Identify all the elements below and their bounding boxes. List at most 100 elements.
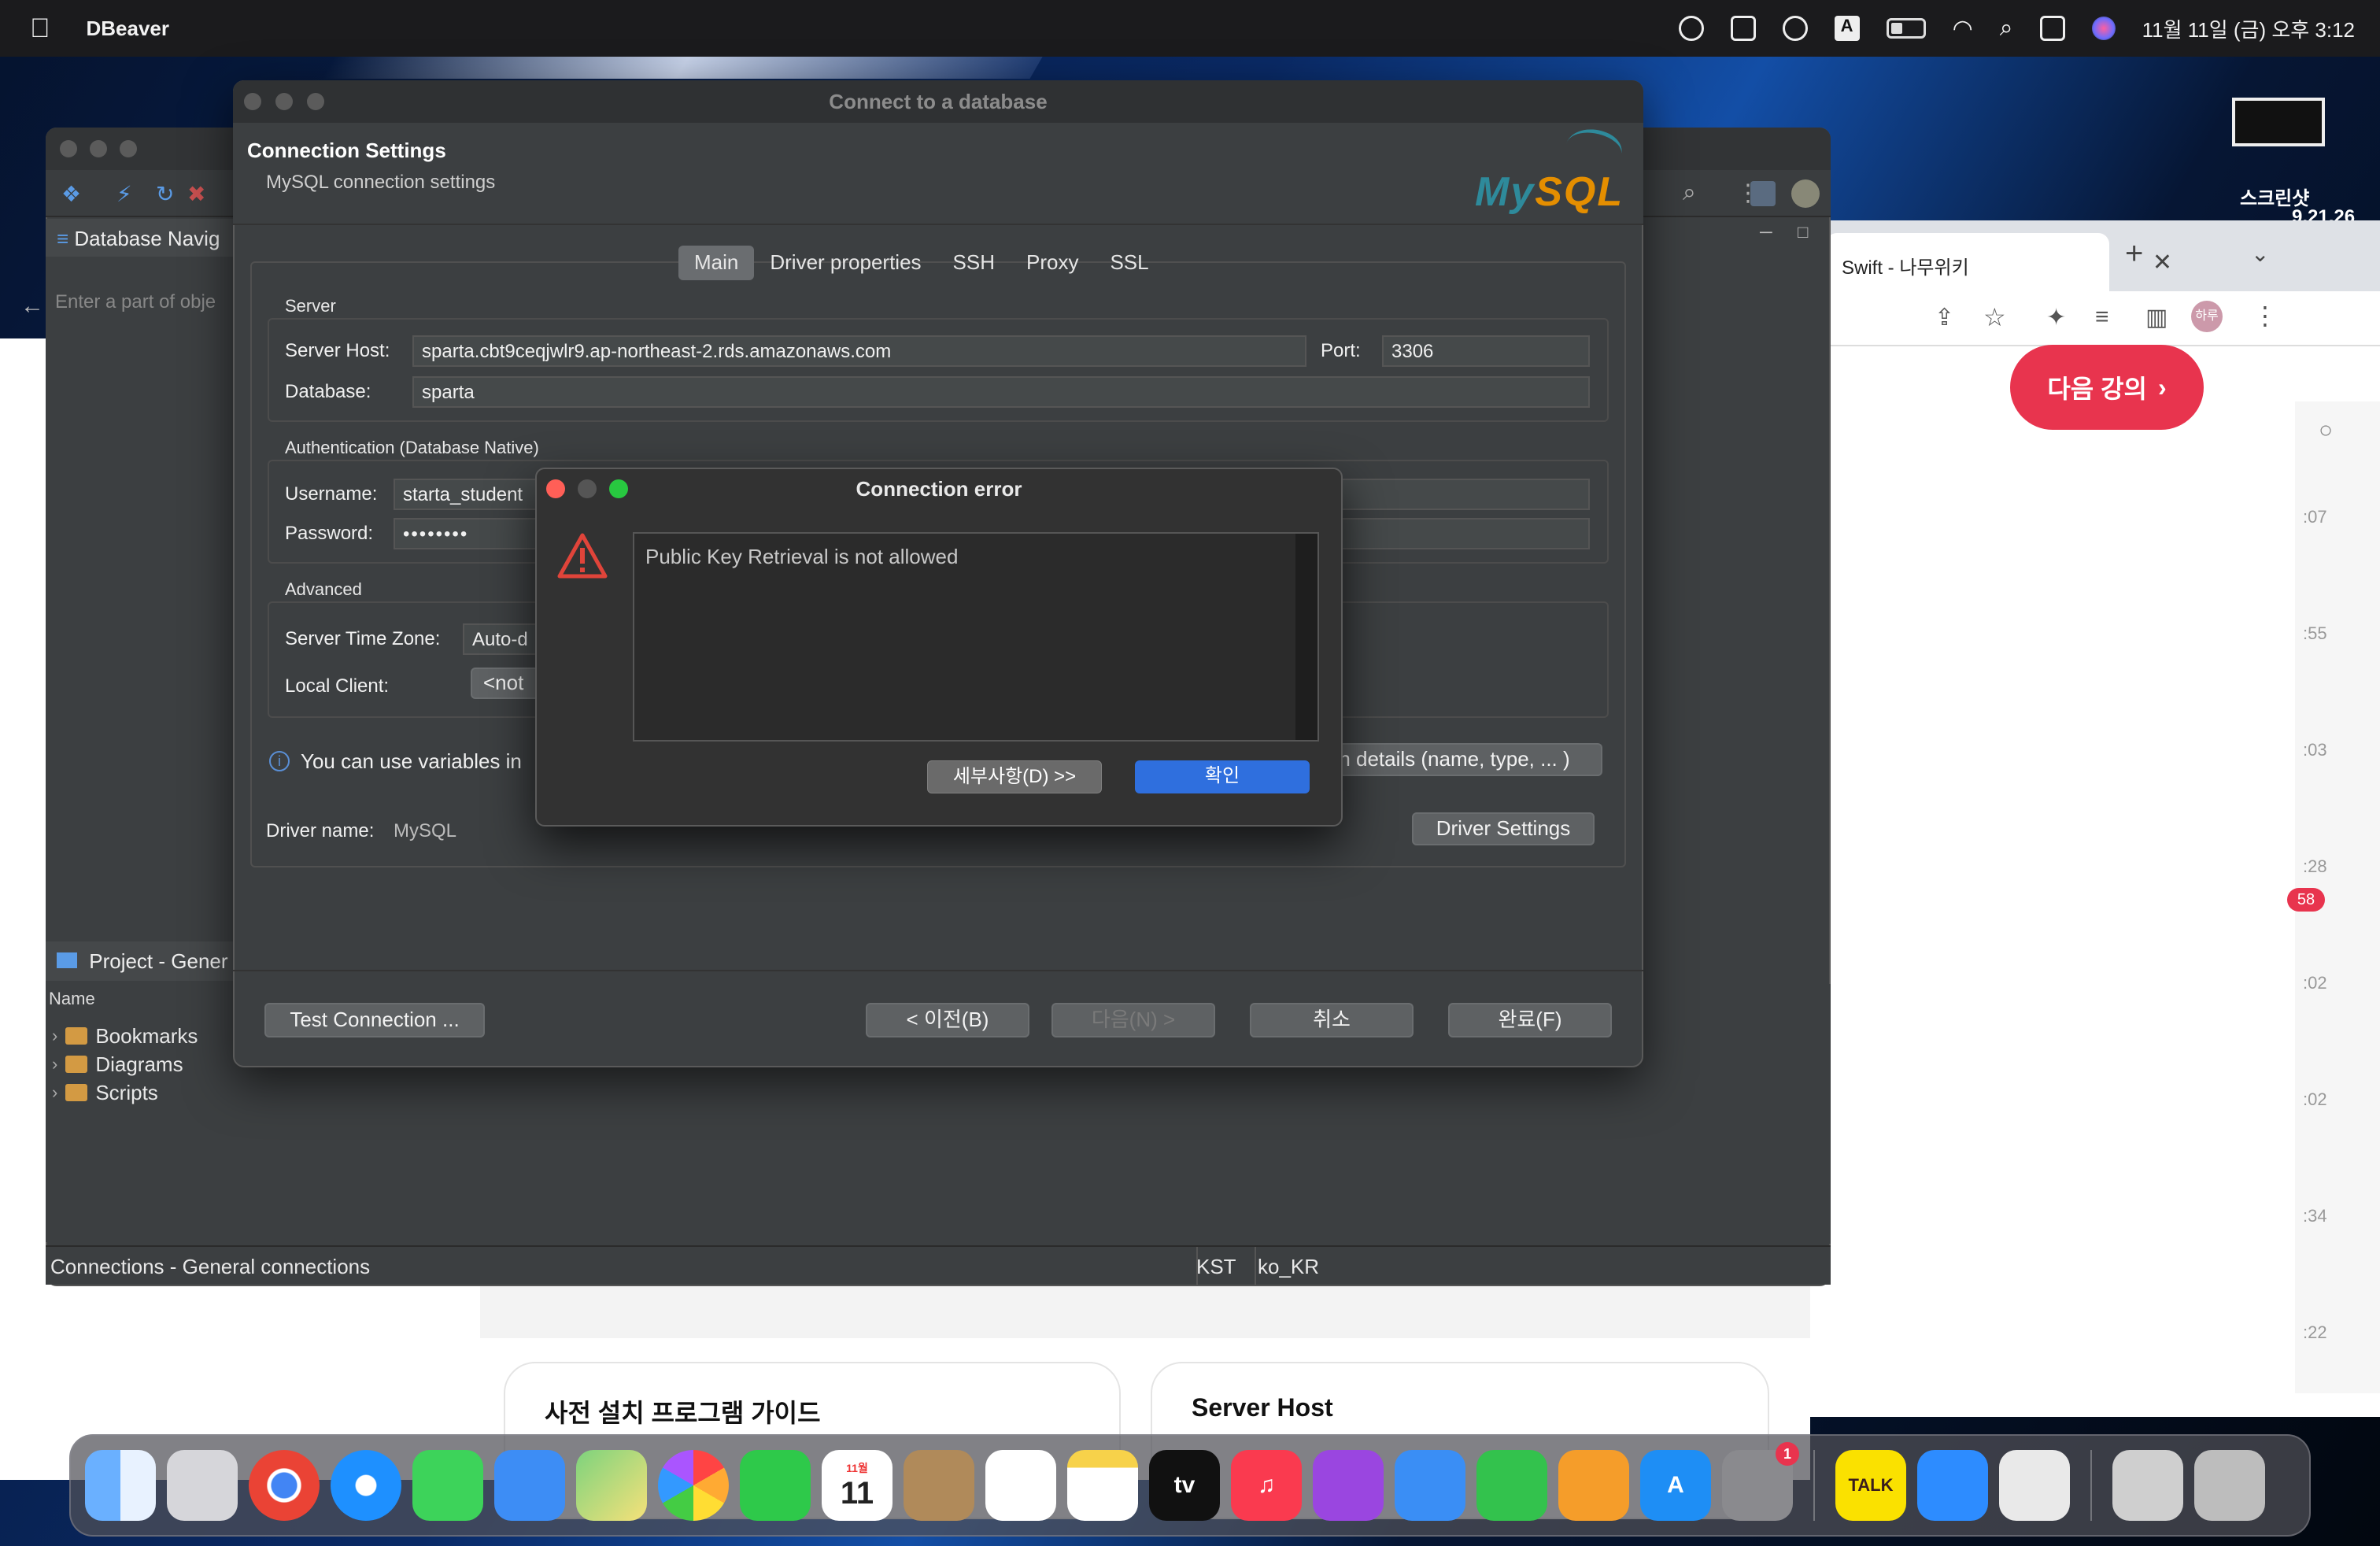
control-center-icon[interactable] [2039, 16, 2065, 41]
cube-status-icon[interactable] [1730, 16, 1756, 41]
maps-icon[interactable] [576, 1450, 647, 1521]
app-store-icon[interactable]: A [1640, 1450, 1711, 1521]
next-lecture-button[interactable]: 다음 강의 › [2010, 345, 2204, 430]
tree-column-header[interactable]: Name [49, 989, 95, 1009]
back-arrow-icon[interactable]: ← [20, 293, 44, 320]
screenshot-thumbnail[interactable] [2232, 98, 2325, 146]
play-status-icon[interactable] [1782, 16, 1808, 41]
pages-icon[interactable] [1558, 1450, 1629, 1521]
cancel-button[interactable]: 취소 [1250, 1003, 1414, 1037]
bookmark-star-icon[interactable]: ☆ [1983, 302, 2006, 332]
dbeaver-zoom-button[interactable] [120, 140, 137, 157]
downloads-stack-icon[interactable] [2112, 1450, 2183, 1521]
new-tab-icon[interactable]: + [2125, 236, 2143, 272]
mail-icon[interactable] [494, 1450, 565, 1521]
perspective-icon[interactable] [1750, 181, 1776, 206]
new-connection-icon[interactable]: ❖ [61, 181, 81, 207]
launchpad-icon[interactable] [167, 1450, 238, 1521]
contacts-icon[interactable] [904, 1450, 974, 1521]
sidebar-toggle-icon[interactable]: ▥ [2145, 304, 2168, 331]
chrome-icon[interactable] [249, 1450, 320, 1521]
browser-tab[interactable]: Swift - 나무위키 ✕ [1826, 233, 2172, 291]
chat-status-icon[interactable] [1678, 16, 1704, 41]
account-avatar[interactable] [1791, 179, 1820, 208]
kakaotalk-icon[interactable]: TALK [1835, 1450, 1906, 1521]
database-input[interactable]: sparta [412, 376, 1590, 408]
connection-details-button[interactable]: n details (name, type, ... ) [1306, 743, 1602, 776]
dbeaver-close-button[interactable] [60, 140, 77, 157]
connect-zoom-button[interactable] [307, 93, 324, 110]
tab-driver-properties[interactable]: Driver properties [754, 246, 937, 280]
finder-icon[interactable] [85, 1450, 156, 1521]
messages-icon[interactable] [412, 1450, 483, 1521]
battery-icon[interactable] [1886, 18, 1926, 39]
ok-button[interactable]: 확인 [1135, 760, 1310, 793]
tab-ssh[interactable]: SSH [937, 246, 1011, 280]
dbeaver-minimize-button[interactable] [90, 140, 107, 157]
back-button[interactable]: < 이전(B) [866, 1003, 1029, 1037]
maximize-view-icon[interactable]: □ [1798, 222, 1808, 242]
connect-icon[interactable]: ⚡ [116, 181, 132, 207]
chevron-right-icon[interactable]: › [52, 1054, 57, 1074]
disconnect-icon[interactable]: ✖ [187, 181, 205, 207]
calendar-icon[interactable]: 11월 11 [822, 1450, 893, 1521]
chevron-right-icon[interactable]: › [52, 1026, 57, 1046]
zoom-icon[interactable] [1917, 1450, 1988, 1521]
wifi-icon[interactable]: ◠ [1953, 15, 1973, 43]
toolbar-search-icon[interactable]: ⌕ [1683, 179, 1696, 206]
connect-minimize-button[interactable] [275, 93, 293, 110]
connect-close-button[interactable] [244, 93, 261, 110]
app-name[interactable]: DBeaver [87, 17, 170, 41]
error-zoom-button[interactable] [609, 479, 628, 498]
safari-icon[interactable] [331, 1450, 401, 1521]
chevron-right-icon[interactable]: › [52, 1082, 57, 1103]
extensions-icon[interactable]: ✦ [2046, 304, 2066, 331]
browser-menu-icon[interactable]: ⋮ [2252, 301, 2278, 331]
trash-icon[interactable] [2194, 1450, 2265, 1521]
driver-settings-button[interactable]: Driver Settings [1412, 812, 1595, 845]
finish-button[interactable]: 완료(F) [1448, 1003, 1612, 1037]
error-minimize-button[interactable] [578, 479, 597, 498]
error-close-button[interactable] [546, 479, 565, 498]
error-message-box[interactable]: Public Key Retrieval is not allowed [633, 532, 1319, 742]
profile-avatar[interactable]: 하루 [2191, 301, 2223, 332]
tree-item-diagrams[interactable]: › Diagrams [52, 1050, 198, 1078]
test-connection-button[interactable]: Test Connection ... [264, 1003, 485, 1037]
next-button[interactable]: 다음(N) > [1051, 1003, 1215, 1037]
navigator-search-input[interactable]: Enter a part of obje [55, 291, 216, 313]
share-icon[interactable]: ⇪ [1935, 304, 1954, 331]
tab-close-icon[interactable]: ✕ [2153, 249, 2172, 276]
facetime-icon[interactable] [740, 1450, 811, 1521]
tree-item-bookmarks[interactable]: › Bookmarks [52, 1022, 198, 1050]
details-button[interactable]: 세부사항(D) >> [927, 760, 1102, 793]
notes-icon[interactable] [1067, 1450, 1138, 1521]
input-source-icon[interactable]: A [1834, 16, 1860, 41]
apple-tv-icon[interactable]: tv [1149, 1450, 1220, 1521]
reminders-icon[interactable] [985, 1450, 1056, 1521]
tree-item-scripts[interactable]: › Scripts [52, 1078, 198, 1107]
tab-proxy[interactable]: Proxy [1011, 246, 1094, 280]
numbers-icon[interactable] [1476, 1450, 1547, 1521]
photos-icon[interactable] [658, 1450, 729, 1521]
system-settings-icon[interactable]: 1 [1722, 1442, 1799, 1521]
port-input[interactable]: 3306 [1382, 335, 1590, 367]
tab-list-chevron-icon[interactable]: ⌄ [2251, 241, 2269, 267]
chat-bubble-icon[interactable]: ○ [2319, 417, 2333, 444]
keynote-icon[interactable] [1395, 1450, 1465, 1521]
menu-clock[interactable]: 11월 11일 (금) 오후 3:12 [2142, 14, 2355, 43]
spotlight-search-icon[interactable]: ⌕ [2000, 15, 2013, 42]
reconnect-icon[interactable]: ↻ [156, 181, 174, 207]
minimize-view-icon[interactable]: ─ [1760, 222, 1772, 242]
server-host-input[interactable]: sparta.cbt9ceqjwlr9.ap-northeast-2.rds.a… [412, 335, 1306, 367]
podcasts-icon[interactable] [1313, 1450, 1384, 1521]
music-icon[interactable]: ♫ [1231, 1450, 1302, 1521]
apple-menu-icon[interactable]:  [30, 13, 50, 44]
dbeaver-dock-icon[interactable] [1999, 1450, 2070, 1521]
guide-card-title: 사전 설치 프로그램 가이드 [545, 1399, 821, 1427]
warning-icon [557, 533, 608, 579]
siri-icon[interactable] [2091, 17, 2116, 40]
tab-main[interactable]: Main [678, 246, 755, 280]
tab-ssl[interactable]: SSL [1094, 246, 1164, 280]
error-scrollbar[interactable] [1295, 534, 1318, 740]
playlist-icon[interactable]: ≡ [2095, 304, 2109, 331]
